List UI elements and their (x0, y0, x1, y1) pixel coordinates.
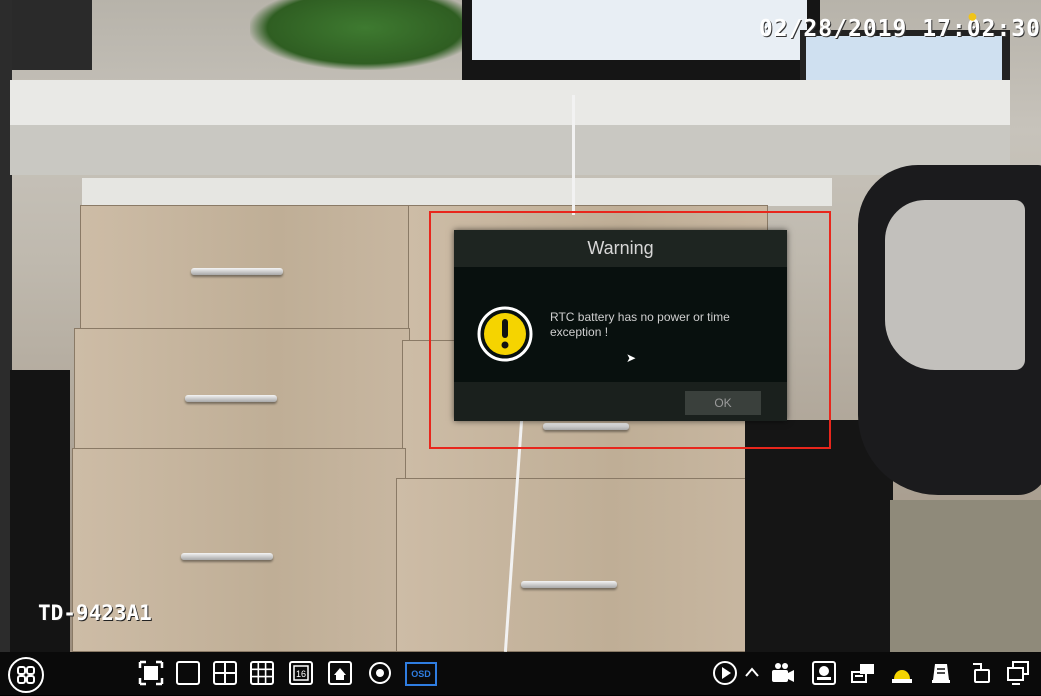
lock-icon[interactable] (967, 660, 993, 686)
plant (250, 0, 480, 70)
sequence-icon[interactable] (327, 660, 353, 686)
nine-view-icon[interactable] (249, 660, 275, 686)
osd-button[interactable]: OSD (405, 662, 437, 686)
sixteen-view-label: 16 (296, 669, 306, 679)
timestamp-overlay: 02/28/2019 17:02:30 (758, 16, 1041, 42)
dialog-footer: OK (454, 382, 787, 421)
manual-record-icon[interactable] (770, 660, 796, 686)
desk-underside (10, 125, 1010, 175)
status-icon[interactable] (928, 660, 954, 686)
menu-icon[interactable] (8, 657, 44, 693)
fullscreen-icon[interactable] (138, 660, 164, 686)
manual-alarm-icon[interactable] (811, 660, 837, 686)
drawer (74, 328, 410, 468)
collapse-arrow-icon[interactable] (743, 660, 761, 686)
cable (572, 95, 575, 215)
dialog-message: RTC battery has no power or time excepti… (550, 310, 730, 339)
single-view-icon[interactable] (175, 660, 201, 686)
cabinet-top (82, 178, 832, 206)
floor (890, 500, 1041, 652)
desk-top (10, 80, 1010, 128)
network-icon[interactable] (1005, 660, 1031, 686)
drawer (80, 205, 410, 335)
mouse-cursor-icon: ➤ (626, 351, 637, 365)
office-chair-back (885, 200, 1025, 370)
playback-icon[interactable] (712, 660, 738, 686)
dialog-body: RTC battery has no power or time excepti… (454, 267, 787, 382)
warning-dialog: Warning RTC battery has no power or time… (454, 230, 787, 421)
dialog-title: Warning (454, 230, 787, 267)
disk-icon[interactable] (850, 660, 876, 686)
alarm-icon[interactable] (889, 660, 915, 686)
camera-name-overlay: TD-9423A1 (38, 601, 152, 625)
warning-icon (477, 306, 533, 362)
sixteen-view-icon[interactable]: 16 (288, 660, 314, 686)
drawer (396, 478, 754, 652)
quad-view-icon[interactable] (212, 660, 238, 686)
image-adjust-icon[interactable] (367, 660, 393, 686)
ok-button[interactable]: OK (685, 391, 761, 415)
motion-detection-icon: ● (967, 6, 978, 26)
laptop (12, 0, 92, 70)
bottom-toolbar: 16 OSD (0, 652, 1041, 695)
